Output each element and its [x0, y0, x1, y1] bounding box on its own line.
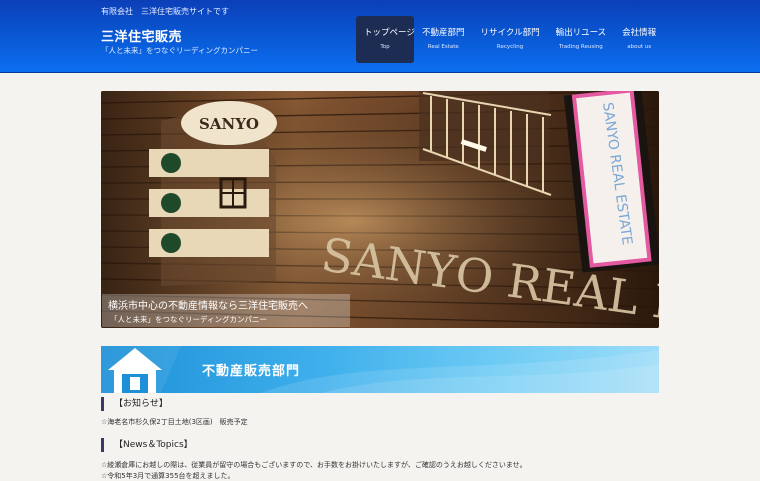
nav-item-recycling[interactable]: リサイクル部門 Recycling [473, 16, 548, 63]
news-heading: 【News＆Topics】 [101, 438, 193, 452]
hero-image: SANYO SANYO REAL ESTATE SANYO REAL ESTAT… [101, 91, 659, 328]
hero-caption: 横浜市中心の不動産情報なら三洋住宅販売へ 「人と未来」をつなぐリーディングカンパ… [102, 294, 350, 327]
nav-item-about-us[interactable]: 会社情報 about us [614, 16, 664, 63]
nav-item-sublabel: Recycling [496, 44, 524, 50]
nav-item-label: リサイクル部門 [480, 28, 540, 38]
hero-caption-subtitle: 「人と未来」をつなぐリーディングカンパニー [110, 315, 267, 324]
nav-item-real-estate[interactable]: 不動産部門 Real Estate [414, 16, 473, 63]
notices-heading: 【お知らせ】 [101, 397, 168, 411]
nav-item-sublabel: about us [627, 44, 652, 50]
nav-item-trading-reusing[interactable]: 輸出リユース Trading Reusing [548, 16, 615, 63]
site-tagline: 有限会社 三洋住宅販売サイトです [101, 7, 229, 16]
site-subtitle: 「人と未来」をつなぐリーディングカンパニー [101, 46, 258, 55]
storefront-photo: SANYO SANYO REAL ESTATE SANYO REAL ESTAT… [101, 91, 659, 328]
nav-item-label: 輸出リユース [555, 28, 607, 38]
nav-item-top[interactable]: トップページ Top [356, 16, 415, 63]
banner-wave-pattern [101, 346, 659, 393]
site-header: 有限会社 三洋住宅販売サイトです 三洋住宅販売 「人と未来」をつなぐリーディング… [0, 0, 760, 73]
news-item: ☆令和5年3月で通算355台を超えました。 [101, 472, 235, 480]
section-banner: 不動産販売部門 [101, 346, 659, 393]
nav-item-label: トップページ [364, 28, 415, 38]
news-item: ☆綾瀬倉庫にお越しの際は、従業員が留守の場合もございますので、お手数をお掛けいた… [101, 461, 527, 469]
nav-item-sublabel: Trading Reusing [559, 44, 603, 50]
section-title: 不動産販売部門 [202, 364, 301, 379]
house-icon [108, 348, 162, 393]
nav-item-sublabel: Top [380, 44, 390, 50]
site-title[interactable]: 三洋住宅販売 [101, 26, 182, 45]
hero-caption-title: 横浜市中心の不動産情報なら三洋住宅販売へ [108, 301, 308, 312]
nav-item-label: 会社情報 [622, 28, 657, 38]
nav-item-sublabel: Real Estate [427, 44, 459, 50]
notice-item: ☆海老名市杉久保2丁目土地(3区画) 販売予定 [101, 418, 248, 426]
nav-item-label: 不動産部門 [422, 28, 465, 38]
svg-text:SANYO: SANYO [199, 115, 259, 133]
sanyo-sign-board: SANYO [149, 101, 277, 286]
main-nav: トップページ Top 不動産部門 Real Estate リサイクル部門 Rec… [356, 16, 664, 63]
